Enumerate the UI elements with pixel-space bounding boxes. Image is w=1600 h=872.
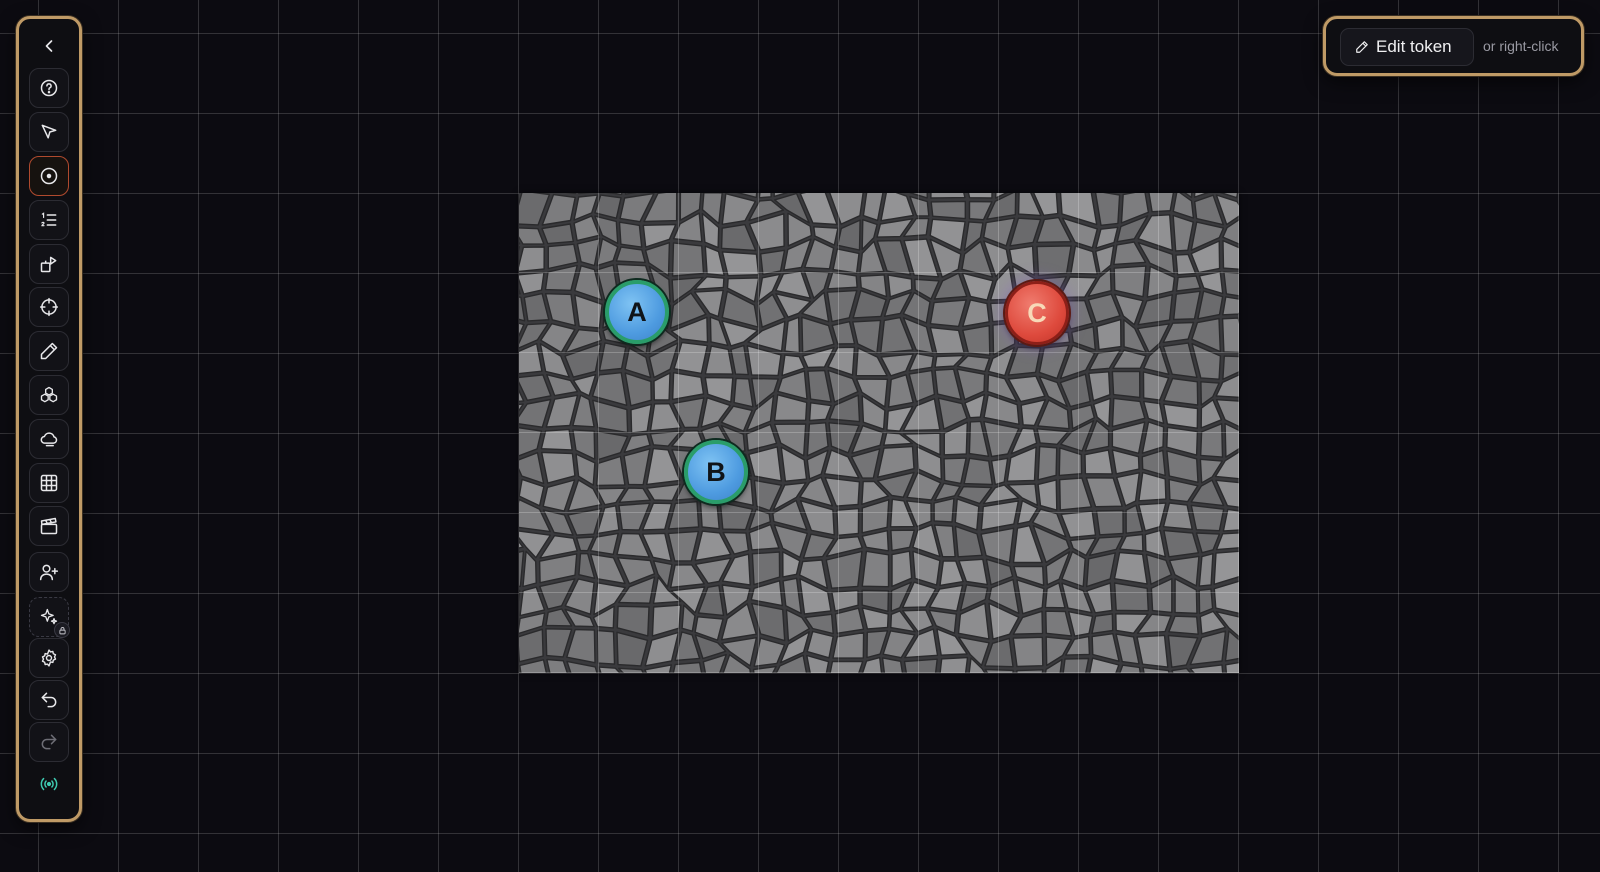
help-circle-icon (40, 79, 58, 97)
redo-button[interactable] (29, 722, 69, 762)
collapse-toolbar-button[interactable] (29, 26, 69, 66)
token-label: A (627, 296, 647, 327)
clapperboard-icon (40, 517, 58, 535)
token-hint-panel: Edit token or right-click (1323, 16, 1584, 76)
token-c[interactable]: C (1005, 281, 1069, 345)
crosshair-icon (39, 297, 59, 317)
token-label: C (1027, 297, 1047, 328)
stack-icon (40, 386, 58, 403)
broadcast-button[interactable] (29, 764, 69, 804)
undo-icon (41, 692, 57, 708)
edit-token-button[interactable]: Edit token (1340, 28, 1474, 66)
broadcast-icon (40, 777, 58, 791)
settings-button[interactable] (29, 638, 69, 678)
ai-generate-button[interactable] (29, 597, 70, 638)
token-tool-button[interactable] (29, 156, 69, 196)
pencil-icon (1356, 41, 1368, 53)
lock-icon (54, 622, 70, 638)
token-label: B (706, 456, 726, 487)
right-click-hint: or right-click (1483, 38, 1559, 54)
shapes-icon (40, 256, 57, 273)
user-plus-icon (39, 564, 59, 581)
initiative-list-button[interactable] (29, 200, 69, 240)
stone-floor-map[interactable] (519, 193, 1239, 673)
token-circle-icon (40, 167, 58, 185)
fog-tool-button[interactable] (29, 419, 69, 459)
draw-tool-button[interactable] (29, 331, 69, 371)
grid-icon (40, 474, 58, 492)
grid-settings-button[interactable] (29, 463, 69, 503)
help-button[interactable] (29, 68, 69, 108)
gear-icon (41, 649, 57, 667)
pointer-icon (41, 124, 57, 139)
token-a[interactable]: A (605, 280, 669, 344)
select-tool-button[interactable] (29, 112, 69, 152)
shapes-tool-button[interactable] (29, 244, 69, 284)
stone-texture (519, 193, 1239, 673)
redo-icon (41, 734, 57, 750)
measure-tool-button[interactable] (29, 287, 69, 327)
cloud-icon (40, 432, 58, 447)
pencil-icon (40, 342, 58, 360)
scenes-button[interactable] (29, 506, 69, 546)
numbered-list-icon (41, 212, 57, 227)
assets-button[interactable] (29, 375, 69, 415)
undo-button[interactable] (29, 680, 69, 720)
edit-token-label: Edit token (1376, 37, 1452, 56)
invite-player-button[interactable] (29, 552, 69, 592)
tool-sidebar (16, 16, 82, 822)
token-b[interactable]: B (684, 440, 748, 504)
chevron-left-icon (45, 40, 53, 52)
